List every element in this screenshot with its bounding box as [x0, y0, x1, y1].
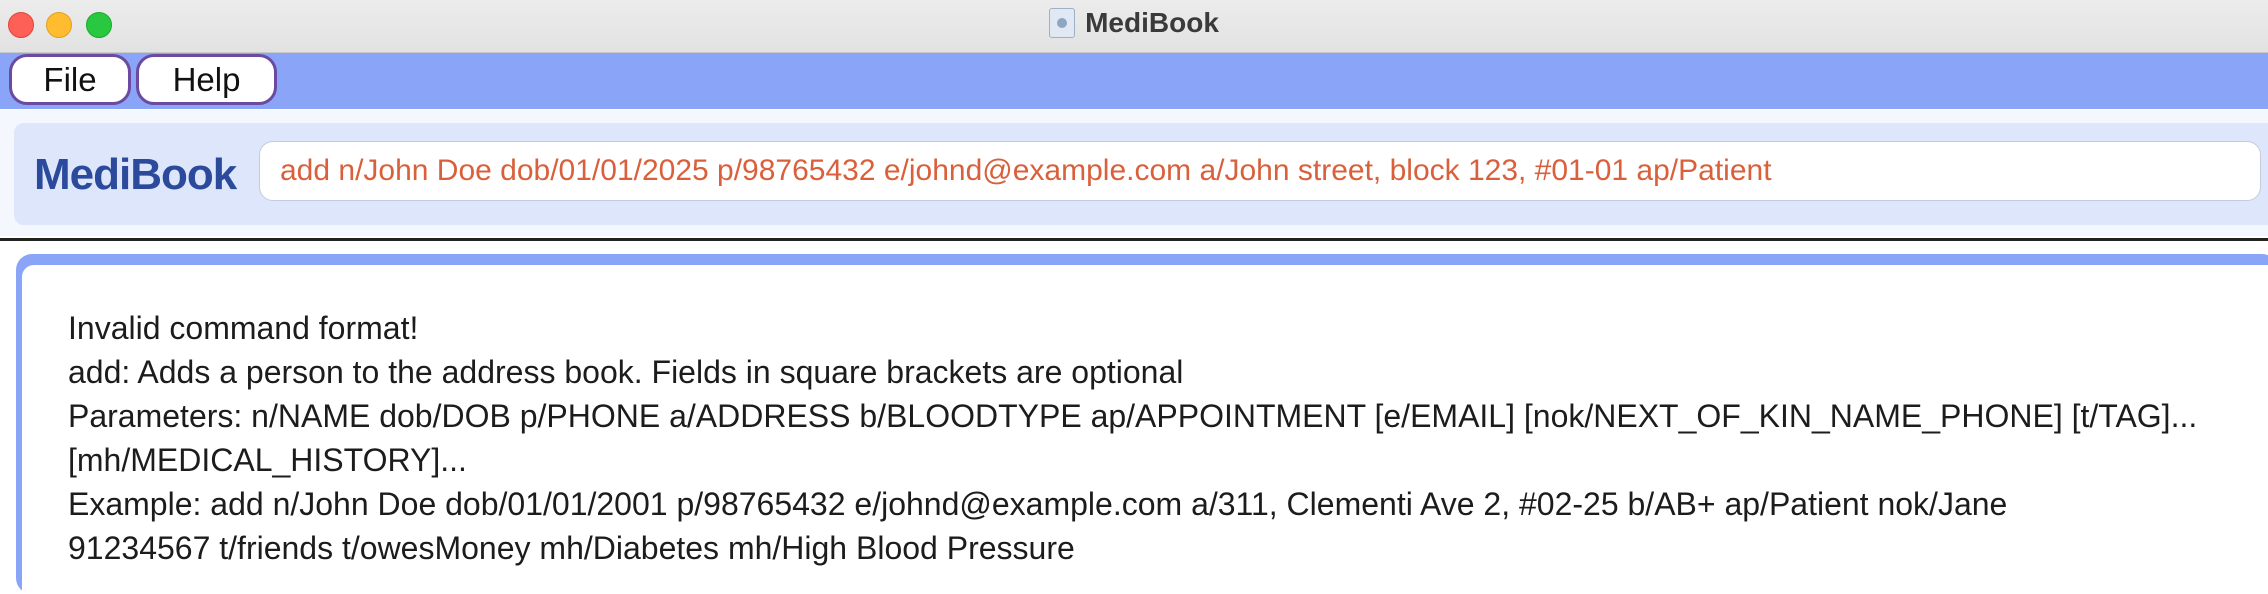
result-line: Example: add n/John Doe dob/01/01/2001 p…: [68, 486, 2008, 522]
result-display: Invalid command format! add: Adds a pers…: [16, 254, 2268, 594]
result-line: Parameters: n/NAME dob/DOB p/PHONE a/ADD…: [68, 398, 2198, 434]
menu-bar: File Help: [0, 53, 2268, 109]
command-input[interactable]: [259, 141, 2261, 201]
result-line: Invalid command format!: [68, 310, 419, 346]
result-panel[interactable]: Invalid command format! add: Adds a pers…: [22, 265, 2268, 594]
result-text: Invalid command format! add: Adds a pers…: [68, 306, 2258, 570]
app-icon: [1049, 8, 1076, 38]
menu-file[interactable]: File: [9, 54, 131, 105]
command-area: MediBook: [0, 110, 2268, 236]
divider: [0, 238, 2268, 241]
brand-label: MediBook: [34, 150, 237, 199]
window-title-wrap: MediBook: [0, 0, 2268, 52]
result-line: [mh/MEDICAL_HISTORY]...: [68, 442, 467, 478]
result-line: 91234567 t/friends t/owesMoney mh/Diabet…: [68, 530, 1075, 566]
menu-help[interactable]: Help: [136, 54, 277, 105]
window-title: MediBook: [1085, 7, 1219, 38]
result-line: add: Adds a person to the address book. …: [68, 354, 1184, 390]
title-bar: MediBook: [0, 0, 2268, 53]
